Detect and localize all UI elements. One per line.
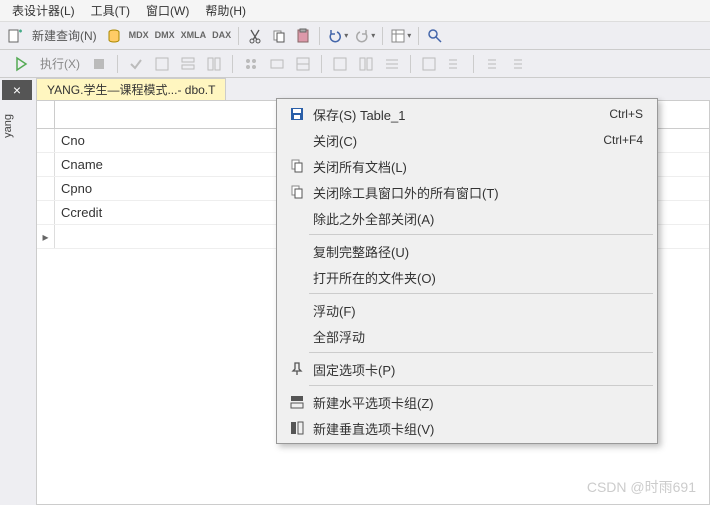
context-menu-item[interactable]: 复制完整路径(U) (279, 238, 655, 264)
context-menu-item[interactable]: 除此之外全部关闭(A) (279, 205, 655, 231)
menu-divider (309, 352, 653, 353)
toolbar-btn[interactable] (507, 53, 529, 75)
toolbar-btn[interactable] (292, 53, 314, 75)
toolbar-separator (238, 27, 239, 45)
docs-icon (285, 184, 309, 200)
xmla-button[interactable]: XMLA (179, 25, 209, 47)
context-menu-item[interactable]: 保存(S) Table_1Ctrl+S (279, 101, 655, 127)
menu-item-label: 全部浮动 (309, 327, 643, 346)
undo-icon[interactable]: ▾ (325, 25, 350, 47)
row-handle-column (37, 101, 55, 128)
toolbar-btn[interactable] (444, 53, 466, 75)
menu-table-designer[interactable]: 表设计器(L) (4, 2, 83, 19)
horiz-icon (285, 394, 309, 410)
menu-help[interactable]: 帮助(H) (197, 2, 254, 19)
toolbar-separator (232, 55, 233, 73)
menu-item-label: 关闭(C) (309, 131, 603, 150)
pin-icon (285, 361, 309, 377)
mdx-button[interactable]: MDX (127, 25, 151, 47)
context-menu-item[interactable]: 关闭所有文档(L) (279, 153, 655, 179)
sidebar: × yang (0, 78, 36, 505)
sql-toolbar: 执行(X) (0, 50, 710, 78)
check-icon[interactable] (125, 53, 147, 75)
toolbar-btn[interactable] (240, 53, 262, 75)
execute-button[interactable]: 执行(X) (36, 53, 84, 75)
menu-item-label: 关闭所有文档(L) (309, 157, 643, 176)
menu-item-shortcut: Ctrl+F4 (603, 133, 649, 147)
new-row-marker-icon: ▸ (37, 225, 55, 248)
cut-icon[interactable] (244, 25, 266, 47)
stop-icon[interactable] (88, 53, 110, 75)
context-menu-item[interactable]: 全部浮动 (279, 323, 655, 349)
close-icon[interactable]: × (2, 80, 32, 100)
menu-item-label: 新建水平选项卡组(Z) (309, 393, 643, 412)
properties-icon[interactable]: ▾ (388, 25, 413, 47)
context-menu-item[interactable]: 浮动(F) (279, 297, 655, 323)
tab-context-menu: 保存(S) Table_1Ctrl+S关闭(C)Ctrl+F4关闭所有文档(L)… (276, 98, 658, 444)
menu-item-label: 除此之外全部关闭(A) (309, 209, 643, 228)
toolbar-btn[interactable] (481, 53, 503, 75)
document-tab[interactable]: YANG.学生—课程模式...- dbo.T (36, 78, 226, 100)
copy-icon[interactable] (268, 25, 290, 47)
toolbar-btn[interactable] (381, 53, 403, 75)
row-handle[interactable] (37, 153, 55, 176)
toolbar-separator (321, 55, 322, 73)
menu-divider (309, 234, 653, 235)
toolbar-separator (410, 55, 411, 73)
chevron-down-icon: ▾ (344, 31, 348, 40)
toolbar-separator (473, 55, 474, 73)
db-icon[interactable] (103, 25, 125, 47)
toolbar-btn[interactable] (177, 53, 199, 75)
context-menu-item[interactable]: 新建水平选项卡组(Z) (279, 389, 655, 415)
main-toolbar: 新建查询(N) MDX DMX XMLA DAX ▾ ▾ ▾ (0, 22, 710, 50)
new-query-button[interactable]: 新建查询(N) (28, 25, 101, 47)
row-handle[interactable] (37, 201, 55, 224)
toolbar-btn[interactable] (151, 53, 173, 75)
context-menu-item[interactable]: 打开所在的文件夹(O) (279, 264, 655, 290)
menubar: 表设计器(L) 工具(T) 窗口(W) 帮助(H) (0, 0, 710, 22)
paste-icon[interactable] (292, 25, 314, 47)
toolbar-btn[interactable] (418, 53, 440, 75)
vert-icon (285, 420, 309, 436)
toolbar-btn[interactable] (266, 53, 288, 75)
dax-button[interactable]: DAX (210, 25, 233, 47)
menu-divider (309, 385, 653, 386)
toolbar-btn[interactable] (329, 53, 351, 75)
sidebar-item[interactable]: yang (2, 106, 34, 146)
menu-item-label: 复制完整路径(U) (309, 242, 643, 261)
toolbar-separator (382, 27, 383, 45)
context-menu-item[interactable]: 关闭除工具窗口外的所有窗口(T) (279, 179, 655, 205)
toolbar-btn[interactable] (203, 53, 225, 75)
document-tabs: YANG.学生—课程模式...- dbo.T (36, 78, 710, 100)
menu-divider (309, 293, 653, 294)
context-menu-item[interactable]: 关闭(C)Ctrl+F4 (279, 127, 655, 153)
toolbar-separator (117, 55, 118, 73)
watermark: CSDN @时雨691 (587, 477, 696, 497)
menu-window[interactable]: 窗口(W) (138, 2, 197, 19)
chevron-down-icon: ▾ (371, 31, 375, 40)
context-menu-item[interactable]: 固定选项卡(P) (279, 356, 655, 382)
menu-tools[interactable]: 工具(T) (83, 2, 138, 19)
chevron-down-icon: ▾ (407, 31, 411, 40)
menu-item-shortcut: Ctrl+S (609, 107, 649, 121)
search-icon[interactable] (424, 25, 446, 47)
row-handle[interactable] (37, 177, 55, 200)
menu-item-label: 新建垂直选项卡组(V) (309, 419, 643, 438)
toolbar-btn[interactable] (355, 53, 377, 75)
menu-item-label: 打开所在的文件夹(O) (309, 268, 643, 287)
menu-item-label: 浮动(F) (309, 301, 643, 320)
dmx-button[interactable]: DMX (153, 25, 177, 47)
menu-item-label: 固定选项卡(P) (309, 360, 643, 379)
redo-icon[interactable]: ▾ (352, 25, 377, 47)
row-handle[interactable] (37, 129, 55, 152)
menu-item-label: 关闭除工具窗口外的所有窗口(T) (309, 183, 643, 202)
save-icon (285, 106, 309, 122)
menu-item-label: 保存(S) Table_1 (309, 105, 609, 124)
context-menu-item[interactable]: 新建垂直选项卡组(V) (279, 415, 655, 441)
execute-icon[interactable] (10, 53, 32, 75)
toolbar-separator (319, 27, 320, 45)
toolbar-separator (418, 27, 419, 45)
new-item-icon[interactable] (4, 25, 26, 47)
docs-icon (285, 158, 309, 174)
